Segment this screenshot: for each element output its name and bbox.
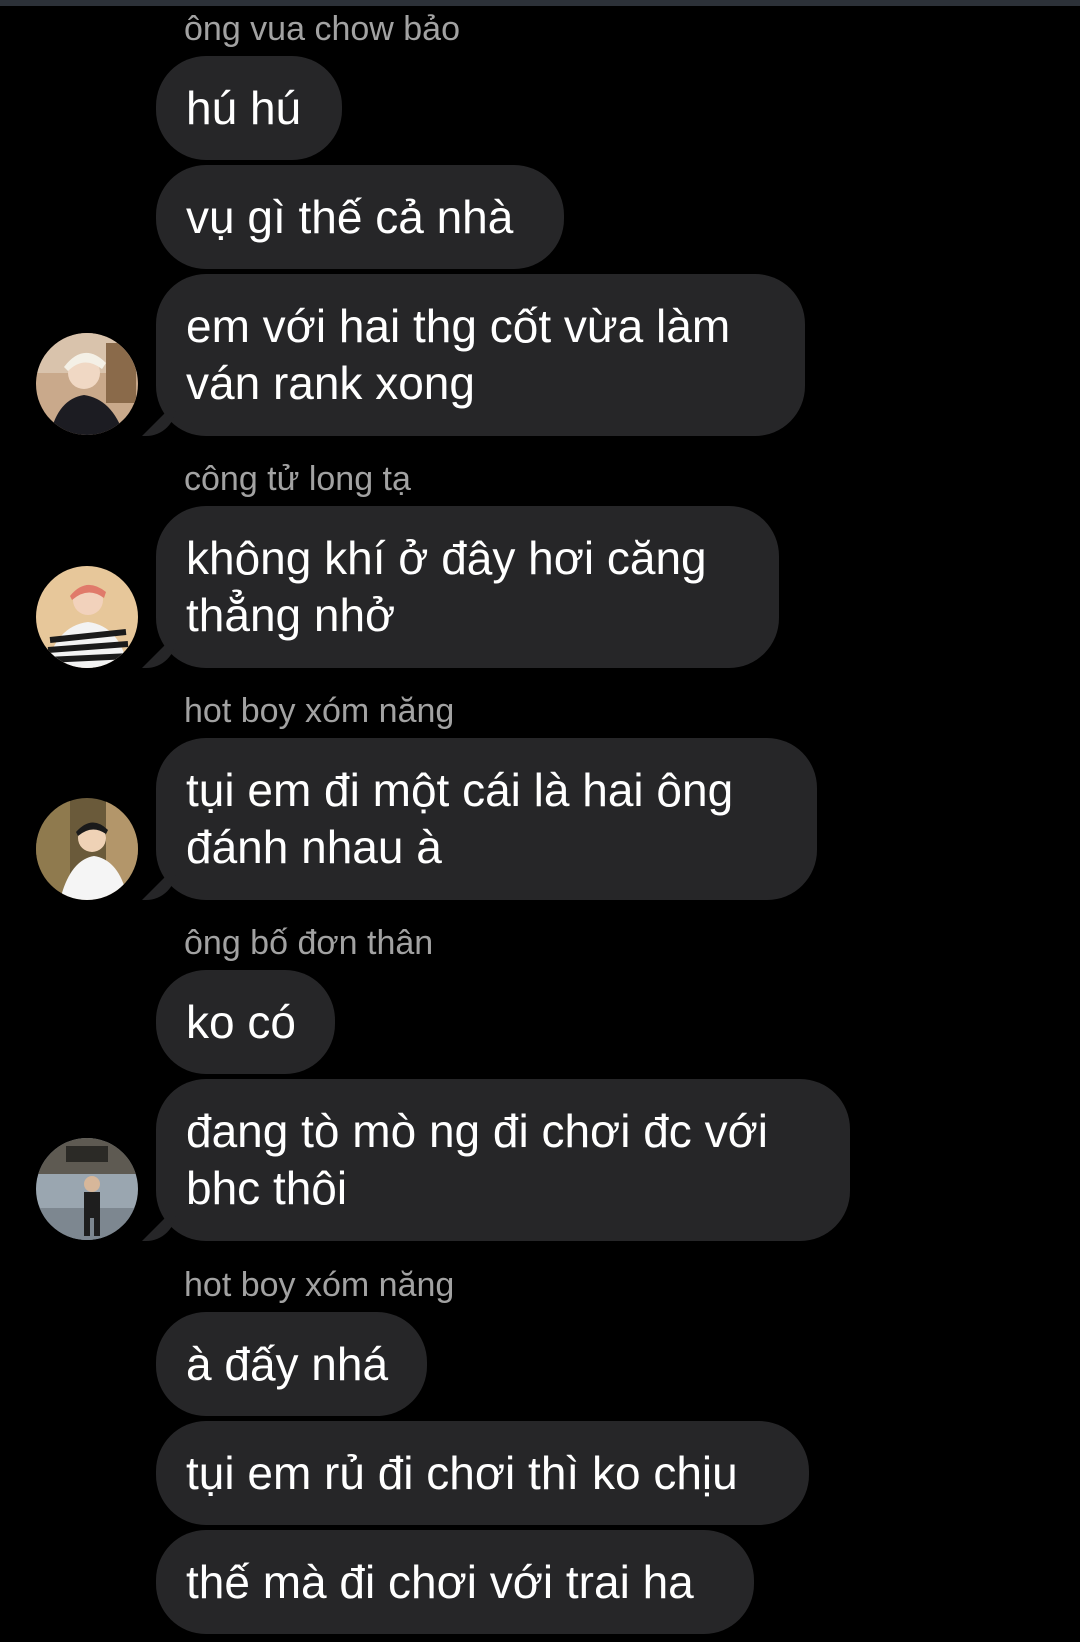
sender-name: công tử long tạ bbox=[184, 460, 411, 498]
sender-name: ông bố đơn thân bbox=[184, 924, 434, 962]
message-bubble[interactable]: vụ gì thế cả nhà bbox=[156, 165, 564, 269]
message-bubble[interactable]: em với hai thg cốt vừa làm ván rank xong bbox=[156, 274, 805, 436]
message-text: hú hú bbox=[186, 81, 302, 134]
message-text: tụi em rủ đi chơi thì ko chịu bbox=[186, 1446, 738, 1499]
message-bubble[interactable]: ko có bbox=[156, 970, 335, 1074]
sender-name: hot boy xóm năng bbox=[184, 1266, 455, 1304]
message-text: thế mà đi chơi với trai ha bbox=[186, 1555, 694, 1608]
message-bubble[interactable]: đang tò mò ng đi chơi đc với bhc thôi bbox=[156, 1079, 850, 1241]
message-bubble[interactable]: tụi em rủ đi chơi thì ko chịu bbox=[156, 1421, 809, 1525]
sender-name: hot boy xóm năng bbox=[184, 692, 455, 730]
message-bubble[interactable]: à đấy nhá bbox=[156, 1312, 427, 1416]
sender-name: ông vua chow bảo bbox=[184, 10, 460, 48]
message-text: không khí ở đây hơi căng thẳng nhở bbox=[186, 532, 707, 641]
message-bubble[interactable]: hú hú bbox=[156, 56, 342, 160]
message-text: à đấy nhá bbox=[186, 1337, 389, 1390]
avatar-photo-3 bbox=[36, 798, 138, 900]
message-text: vụ gì thế cả nhà bbox=[186, 190, 514, 243]
avatar[interactable] bbox=[36, 333, 138, 435]
top-divider bbox=[0, 0, 1080, 6]
message-bubble[interactable]: tụi em đi một cái là hai ông đánh nhau à bbox=[156, 738, 817, 900]
avatar-photo-4 bbox=[36, 1138, 138, 1240]
message-bubble[interactable]: không khí ở đây hơi căng thẳng nhở bbox=[156, 506, 779, 668]
avatar-photo-2 bbox=[36, 566, 138, 668]
message-text: ko có bbox=[186, 995, 296, 1048]
message-text: đang tò mò ng đi chơi đc với bhc thôi bbox=[186, 1105, 768, 1214]
avatar[interactable] bbox=[36, 1138, 138, 1240]
message-bubble[interactable]: thế mà đi chơi với trai ha bbox=[156, 1530, 754, 1634]
avatar[interactable] bbox=[36, 798, 138, 900]
avatar-photo-1 bbox=[36, 333, 138, 435]
message-text: em với hai thg cốt vừa làm ván rank xong bbox=[186, 300, 731, 409]
message-text: tụi em đi một cái là hai ông đánh nhau à bbox=[186, 764, 734, 873]
avatar[interactable] bbox=[36, 566, 138, 668]
